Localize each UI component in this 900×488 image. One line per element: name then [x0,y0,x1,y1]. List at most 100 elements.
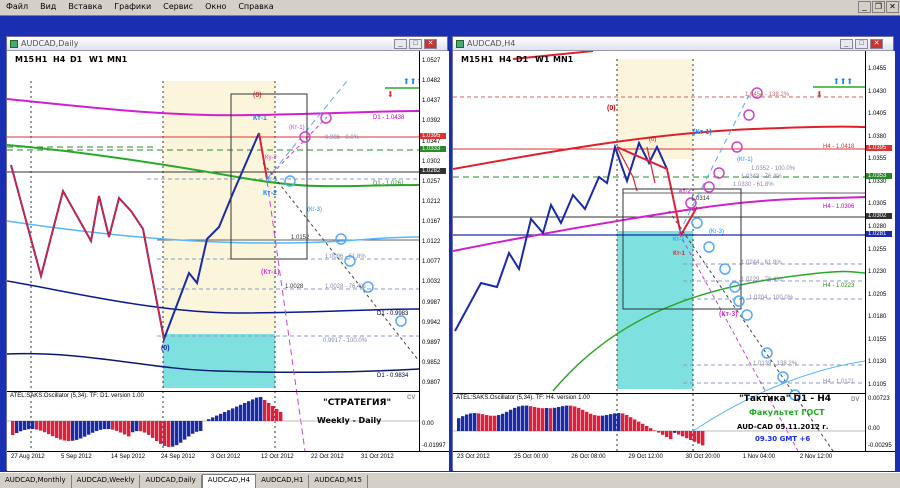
menu-file[interactable]: Файл [0,0,34,13]
restore-app-button[interactable]: ❐ [872,1,885,13]
tab-monthly[interactable]: AUDCAD,Monthly [0,475,72,488]
osc-tick: -0.00295 [868,443,892,449]
osc-bar [95,421,99,432]
price-tick: 1.0180 [868,314,887,321]
tf-h4[interactable]: H4 [53,55,65,64]
level-label: 1.0343 - 76.4% [741,174,782,180]
tactic-title: "Тактика" D1 - H4 [739,394,832,404]
price-tick: 0.9987 [422,299,441,306]
osc-bar [573,406,577,431]
tab-weekly[interactable]: AUDCAD,Weekly [72,475,141,488]
osc-bar [115,421,119,431]
tf-d1[interactable]: D1 [70,55,82,64]
close-button[interactable]: ✕ [424,39,437,49]
osc-bar [653,430,657,431]
osc-bar [263,400,267,421]
osc-bar [481,414,485,431]
level-label: 0.9917 - 100.0% [323,338,368,344]
osc-bar [59,421,63,440]
price-tick: 1.0355 [868,156,887,163]
osc-bar [577,407,581,431]
osc-bar [701,431,705,446]
osc-bar [697,431,701,444]
menu-insert[interactable]: Вставка [62,0,108,13]
osc-bar [597,415,601,431]
menu-bar: Файл Вид Вставка Графики Сервис Окно Справка _… [0,0,900,16]
osc-bar [23,421,27,430]
osc-bar [505,411,509,431]
date-axis-h4: 23 Oct 2012 25 Oct 00:00 26 Oct 08:00 29 Oc… [453,451,895,471]
osc-bar [673,431,677,433]
menu-help[interactable]: Справка [232,0,279,13]
osc-bar [609,414,613,431]
time-zone-cyan [163,334,275,388]
time-line: 09.30 GMT +6 [755,435,811,443]
price-tick: 1.0280 [868,224,887,230]
osc-bar [565,405,569,431]
menu-window[interactable]: Окно [199,0,232,13]
menu-service[interactable]: Сервис [157,0,199,13]
chart-titlebar-h4[interactable]: AUDCAD,H4 _ □ ✕ [453,37,893,51]
tf-h4[interactable]: H4 [499,55,511,64]
tf-w1[interactable]: W1 [535,55,549,64]
maximize-button[interactable]: □ [409,39,422,49]
level-label: D1 - 1.0261 [373,181,405,187]
minimize-button[interactable]: _ [840,39,853,49]
osc-bar [99,421,103,430]
price-tick: 1.0257 [422,178,441,185]
chart-titlebar-daily[interactable]: AUDCAD,Daily _ □ ✕ [7,37,447,51]
osc-bar [489,415,493,431]
osc-bar [191,421,195,434]
chart-plot-h4[interactable]: ⬇ ⬆⬆⬆ M15 H1 H4 D1 W1 MN1 (0) (0) (Кт-1)… [453,51,865,451]
close-button[interactable]: ✕ [870,39,883,49]
tab-h4[interactable]: AUDCAD,H4 [201,474,257,488]
osc-bar [259,397,263,421]
tf-d1[interactable]: D1 [516,55,528,64]
menu-charts[interactable]: Графики [108,0,157,13]
minimize-button[interactable]: _ [394,39,407,49]
osc-bar [529,406,533,431]
osc-bar [649,428,653,431]
tab-h1[interactable]: AUDCAD,H1 [256,475,310,488]
chart-plot-daily[interactable]: ⬇ ⬆⬆⬆ M15 H1 H4 D1 W1 MN1 (0) (0) Кт-1 К… [7,51,419,451]
osc-bar [557,406,561,431]
tf-m15[interactable]: M15 [15,55,34,64]
level-label: 1.0028 - 76.4% [325,284,366,290]
level-label: D1 - 0.9983 [377,311,409,317]
chart-window-h4[interactable]: AUDCAD,H4 _ □ ✕ ⬇ ⬆⬆⬆ M15 H1 H4 D1 W1 MN… [452,36,895,471]
price-tick: 1.0155 [868,336,887,343]
date-tick: 29 Oct 12:00 [628,454,663,460]
wave-red [10,164,165,340]
osc-bar [15,421,19,434]
osc-bar [91,421,95,433]
maximize-button[interactable]: □ [855,39,868,49]
tab-m15[interactable]: AUDCAD,M15 [309,475,368,488]
osc-bar [11,421,15,435]
faculty-label: Факультет ГОСТ [749,408,825,417]
minimize-app-button[interactable]: _ [858,1,871,13]
osc-bar [215,415,219,421]
tf-mn1[interactable]: MN1 [553,55,573,64]
osc-bar [71,421,75,441]
menu-view[interactable]: Вид [34,0,62,13]
price-tag: 1.0395 [866,145,892,151]
tf-w1[interactable]: W1 [89,55,103,64]
svg-text:⬆⬆⬆: ⬆⬆⬆ [833,77,853,86]
osc-bar [271,406,275,421]
price-tick: 1.0305 [868,201,887,208]
chart-window-daily[interactable]: AUDCAD,Daily _ □ ✕ ⬇ ⬆⬆ M15 H1 H4 D1 W1 … [6,36,449,471]
osc-bar [27,421,31,430]
close-app-button[interactable]: ✕ [886,1,899,13]
tf-h1[interactable]: H1 [481,55,493,64]
osc-bar [521,405,525,431]
osc-bar [465,414,469,431]
tf-mn1[interactable]: MN1 [107,55,127,64]
osc-bar [669,431,673,440]
osc-bar [131,421,135,433]
osc-bar [681,431,685,437]
price-tick: 1.0437 [422,98,441,105]
osc-bar [661,431,665,435]
tab-daily[interactable]: AUDCAD,Daily [140,475,202,488]
tf-h1[interactable]: H1 [35,55,47,64]
tf-m15[interactable]: M15 [461,55,480,64]
